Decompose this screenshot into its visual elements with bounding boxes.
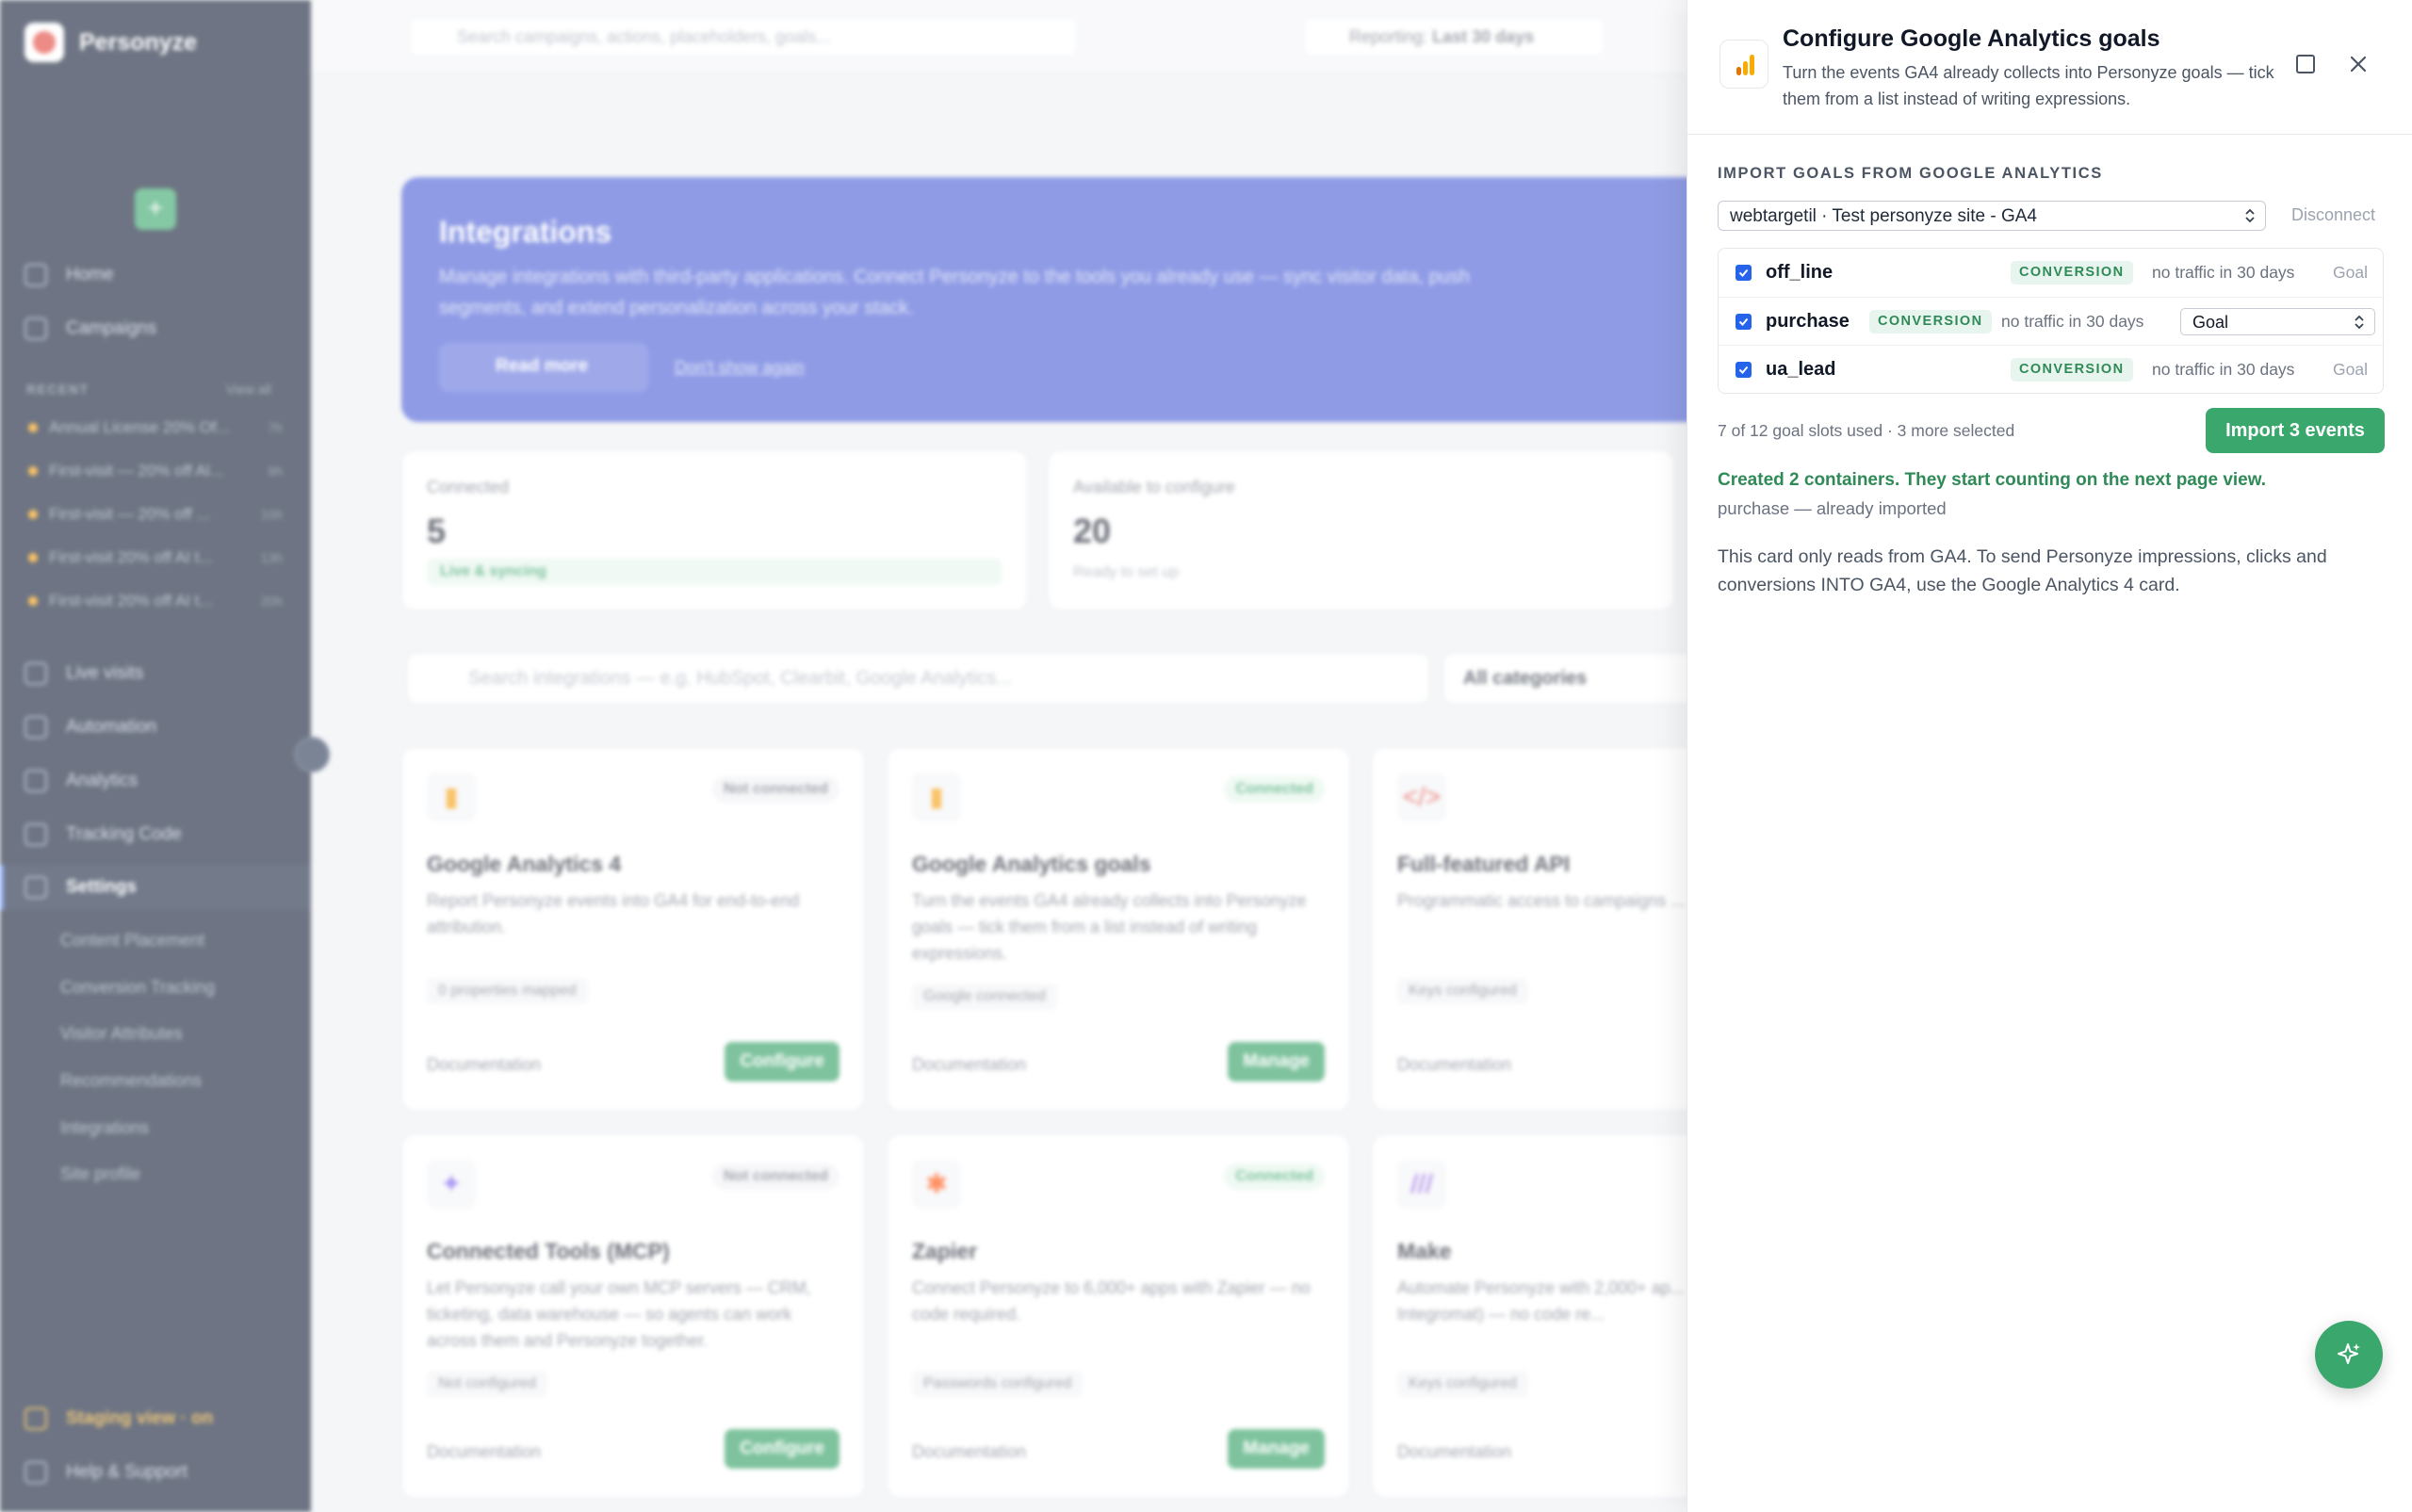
event-checkbox[interactable] [1736,265,1752,281]
event-name: off_line [1766,262,1833,283]
event-checkbox[interactable] [1736,362,1752,378]
event-name: purchase [1766,311,1850,332]
disconnect-link[interactable]: Disconnect [2291,205,2375,225]
event-goal-type-select[interactable]: Goal [2180,308,2375,335]
chevron-up-down-icon [2245,208,2255,223]
maximize-button[interactable] [2290,49,2321,79]
event-traffic: no traffic in 30 days [2152,263,2295,282]
event-goal-type[interactable]: Goal [2333,263,2368,283]
events-list: off_line CONVERSION no traffic in 30 day… [1718,248,2384,394]
close-icon [2350,56,2367,73]
event-row[interactable]: ua_lead CONVERSION no traffic in 30 days… [1719,345,2383,393]
event-checkbox[interactable] [1736,314,1752,330]
section-label: IMPORT GOALS FROM GOOGLE ANALYTICS [1718,165,2103,182]
drawer-subtitle: Turn the events GA4 already collects int… [1783,63,2274,108]
info-note: This card only reads from GA4. To send P… [1718,546,2327,595]
event-name: ua_lead [1766,359,1836,380]
chevron-up-down-icon [2355,315,2364,330]
event-row[interactable]: purchase CONVERSION no traffic in 30 day… [1719,297,2383,345]
close-button[interactable] [2343,49,2373,79]
already-imported-message: purchase — already imported [1718,498,1947,518]
event-row[interactable]: off_line CONVERSION no traffic in 30 day… [1719,249,2383,297]
ai-assistant-button[interactable] [2315,1321,2383,1389]
event-traffic: no traffic in 30 days [2001,312,2144,331]
sparkle-icon [2338,1343,2360,1364]
event-traffic: no traffic in 30 days [2152,360,2295,379]
conversion-badge: CONVERSION [2011,261,2133,285]
ga-property-select[interactable]: webtargetil · Test personyze site - GA4 [1718,201,2266,231]
goal-slots-text: 7 of 12 goal slots used · 3 more selecte… [1718,421,2015,440]
maximize-icon [2296,55,2315,73]
configure-ga-goals-drawer: Configure Google Analytics goals Turn th… [1687,0,2412,1512]
success-message: Created 2 containers. They start countin… [1718,470,2267,490]
conversion-badge: CONVERSION [2011,358,2133,382]
conversion-badge: CONVERSION [1869,310,1992,333]
drawer-title: Configure Google Analytics goals [1783,25,2160,52]
import-events-button[interactable]: Import 3 events [2206,408,2385,453]
goal-type-value: Goal [2192,313,2229,332]
ga-property-value: webtargetil · Test personyze site - GA4 [1730,206,2037,226]
google-analytics-icon [1719,40,1768,89]
event-goal-type[interactable]: Goal [2333,360,2368,380]
drawer-header: Configure Google Analytics goals Turn th… [1687,0,2412,135]
